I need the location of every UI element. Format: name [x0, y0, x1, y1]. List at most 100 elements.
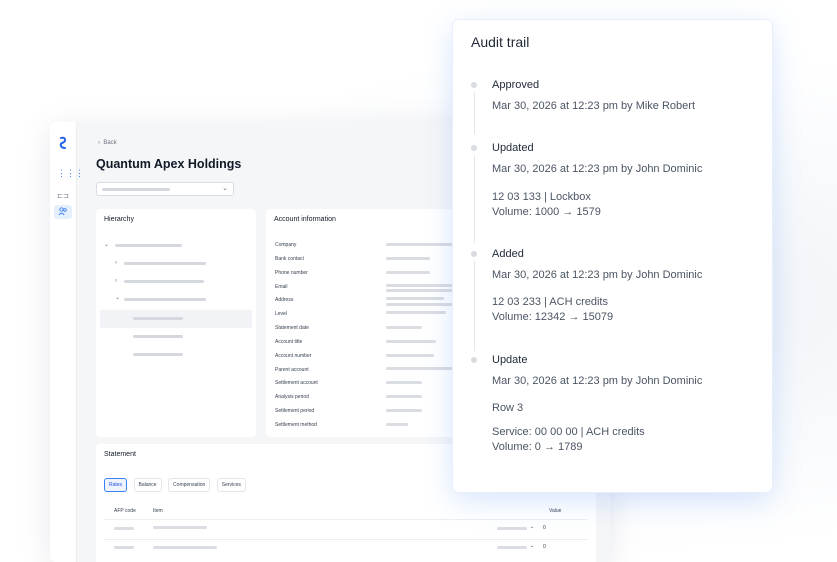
field-value: [386, 367, 456, 370]
field-label: Bank contact: [275, 256, 304, 262]
column-header-afp-code: AFP code: [114, 508, 136, 514]
event-detail: 12 03 133 | Lockbox: [492, 191, 591, 203]
event-meta: Mar 30, 2026 at 12:23 pm by John Dominic: [492, 163, 703, 175]
timeline-line: [474, 261, 475, 351]
field-value: [386, 303, 456, 306]
event-detail: 12 03 233 | ACH credits: [492, 296, 608, 308]
field-label: Parent account: [275, 367, 309, 373]
apps-grid-icon[interactable]: ⋮⋮⋮: [57, 167, 84, 179]
tab-services[interactable]: Services: [216, 478, 246, 492]
event-meta: Mar 30, 2026 at 12:23 pm by Mike Robert: [492, 100, 695, 112]
row-divider: [104, 539, 588, 540]
event-detail: Row 3: [492, 402, 524, 414]
hierarchy-node[interactable]: [133, 317, 183, 320]
tab-balance[interactable]: Balance: [133, 478, 162, 492]
statement-title: Statement: [104, 451, 136, 458]
logo-icon: [59, 136, 67, 149]
field-label: Settlement account: [275, 380, 318, 386]
tab-rates[interactable]: Rates: [104, 478, 128, 492]
users-icon[interactable]: [54, 205, 72, 219]
org-chart-icon[interactable]: ⊏⊐: [57, 191, 69, 203]
field-value: [386, 243, 456, 246]
field-label: Account title: [275, 339, 303, 345]
field-label: Analysis period: [275, 394, 309, 400]
event-title: Updated: [492, 142, 534, 154]
hierarchy-node[interactable]: [133, 335, 183, 338]
account-info-panel: Account information Company Bank contact…: [266, 209, 466, 437]
item-cell: [153, 526, 207, 529]
event-detail: Volume: 0 → 1789: [492, 441, 583, 453]
field-label: Level: [275, 311, 287, 317]
back-link[interactable]: ‹ Back: [98, 140, 117, 146]
afp-code-cell: [114, 546, 134, 549]
hierarchy-node[interactable]: [124, 298, 206, 301]
field-value: [386, 395, 422, 398]
field-label: Address: [275, 297, 294, 303]
field-value: [386, 409, 422, 412]
hierarchy-panel: Hierarchy ⌄ › › ⌄: [96, 209, 256, 437]
chevron-right-icon[interactable]: ›: [115, 278, 117, 284]
chevron-down-icon: ⌄: [222, 185, 228, 192]
hierarchy-node[interactable]: [124, 280, 204, 283]
value-cell: 0: [543, 544, 546, 550]
users-glyph-icon: [58, 207, 67, 216]
field-value: [386, 354, 434, 357]
field-value: [386, 340, 436, 343]
field-value: [386, 271, 430, 274]
chevron-down-icon[interactable]: ⌄: [530, 524, 534, 530]
event-detail: Volume: 1000 → 1579: [492, 206, 601, 218]
statement-tabs: Rates Balance Compensation Services: [104, 473, 248, 492]
event-detail: Service: 00 00 00 | ACH credits: [492, 426, 645, 438]
event-meta: Mar 30, 2026 at 12:23 pm by John Dominic: [492, 269, 703, 281]
chevron-right-icon[interactable]: ›: [115, 260, 117, 266]
value-select[interactable]: [497, 546, 527, 549]
timeline-dot: [471, 357, 477, 363]
field-value: [386, 311, 446, 314]
field-label: Phone number: [275, 270, 308, 276]
hierarchy-node[interactable]: [133, 353, 183, 356]
event-title: Added: [492, 248, 524, 260]
back-label: Back: [103, 140, 117, 146]
field-label: Settlement period: [275, 408, 315, 414]
chevron-down-icon[interactable]: ⌄: [104, 241, 109, 248]
select-placeholder-bar: [102, 188, 170, 191]
event-title: Approved: [492, 79, 540, 91]
field-value: [386, 289, 456, 292]
entity-select[interactable]: ⌄: [96, 182, 234, 196]
audit-trail-title: Audit trail: [471, 34, 530, 50]
event-meta: Mar 30, 2026 at 12:23 pm by John Dominic: [492, 375, 703, 387]
field-label: Settlement method: [275, 422, 317, 428]
chevron-down-icon[interactable]: ⌄: [115, 294, 120, 301]
afp-code-cell: [114, 527, 134, 530]
field-value: [386, 326, 422, 329]
page-title: Quantum Apex Holdings: [96, 157, 242, 171]
field-value: [386, 423, 408, 426]
audit-trail-popup: Audit trail Approved Mar 30, 2026 at 12:…: [453, 20, 772, 492]
field-value: [386, 297, 444, 300]
field-label: Account number: [275, 353, 312, 359]
column-header-item: Item: [153, 508, 163, 514]
field-value: [386, 381, 422, 384]
field-label: Email: [275, 284, 288, 290]
field-label: Company: [275, 242, 297, 248]
field-value: [386, 284, 456, 287]
event-title: Update: [492, 354, 528, 366]
timeline-line: [474, 92, 475, 134]
hierarchy-node[interactable]: [124, 262, 206, 265]
account-info-title: Account information: [274, 216, 336, 223]
chevron-down-icon[interactable]: ⌄: [530, 543, 534, 549]
field-label: Statement date: [275, 325, 309, 331]
column-header-value: Value: [549, 508, 562, 514]
side-rail: ⋮⋮⋮ ⊏⊐: [50, 122, 84, 562]
tab-compensation[interactable]: Compensation: [168, 478, 211, 492]
timeline-dot: [471, 251, 477, 257]
field-value: [386, 257, 430, 260]
event-detail: Volume: 12342 → 15079: [492, 311, 614, 323]
hierarchy-title: Hierarchy: [104, 216, 134, 223]
item-cell: [153, 546, 217, 549]
value-cell: 0: [543, 525, 546, 531]
hierarchy-node[interactable]: [115, 244, 182, 247]
timeline-dot: [471, 145, 477, 151]
value-select[interactable]: [497, 527, 527, 530]
row-divider: [104, 519, 588, 520]
